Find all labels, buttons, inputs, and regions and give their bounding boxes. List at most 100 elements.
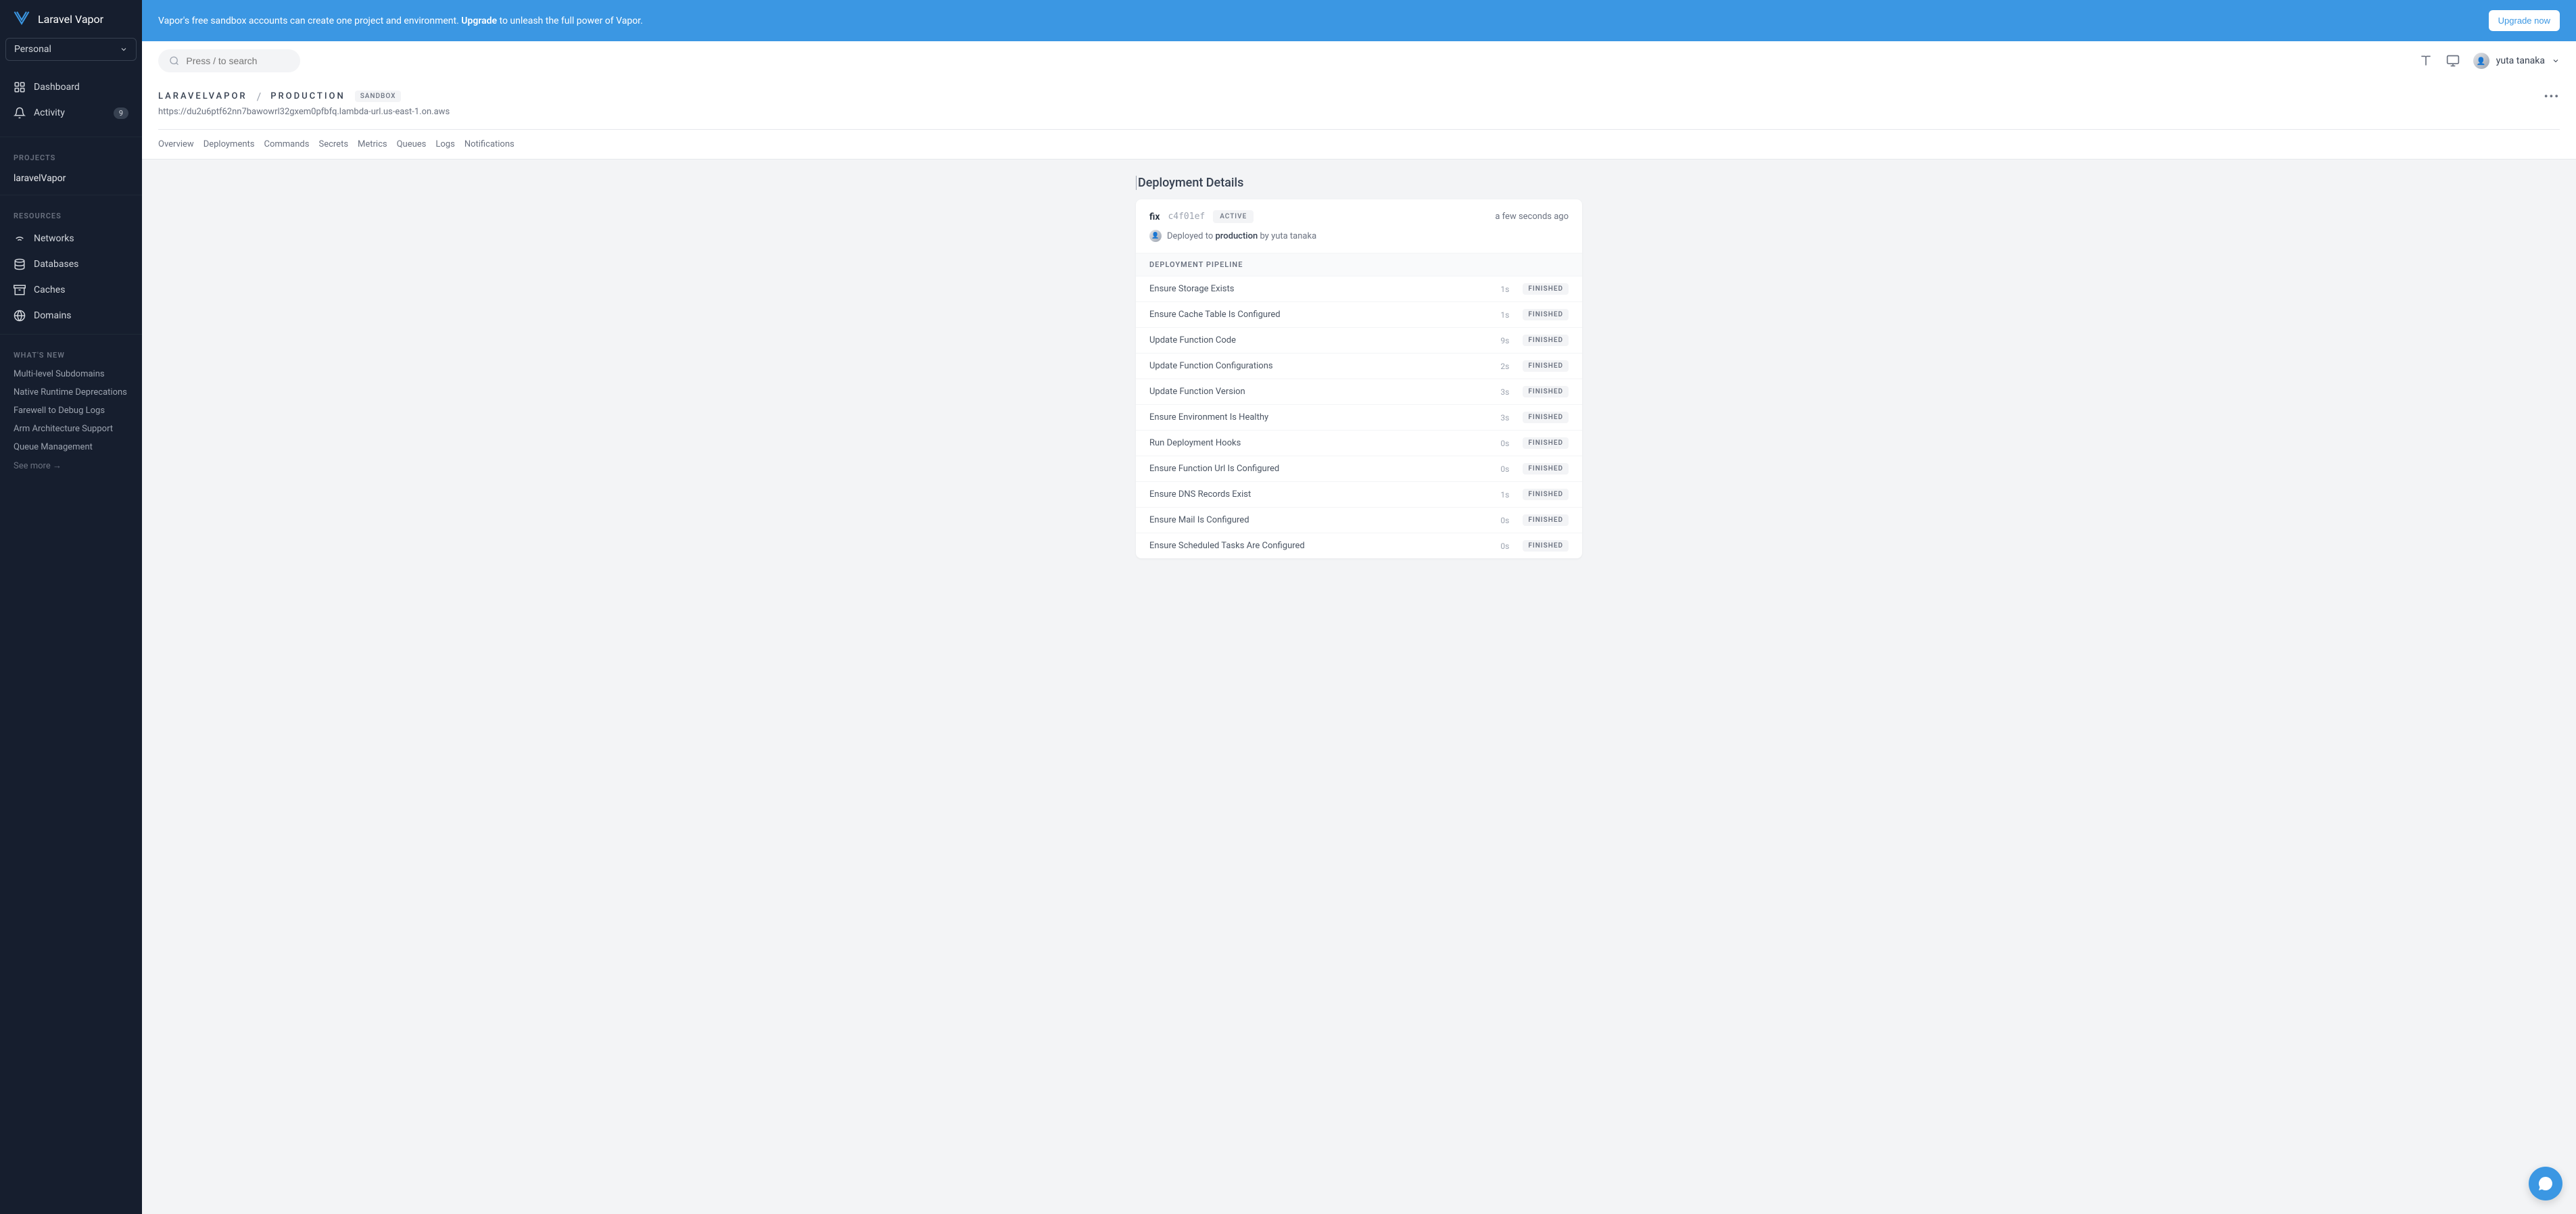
tab-commands[interactable]: Commands [264, 139, 310, 149]
step-status: FINISHED [1523, 437, 1569, 449]
pipeline-step[interactable]: Ensure Mail Is Configured0sFINISHED [1136, 508, 1582, 533]
project-item[interactable]: laravelVapor [0, 168, 142, 189]
user-name: yuta tanaka [2496, 55, 2545, 66]
step-status: FINISHED [1523, 489, 1569, 500]
nav-activity[interactable]: Activity 9 [0, 100, 142, 126]
user-menu[interactable]: 👤 yuta tanaka [2473, 53, 2560, 69]
search-input[interactable] [186, 55, 289, 66]
crumb-env[interactable]: PRODUCTION [270, 91, 345, 101]
pipeline-step[interactable]: Ensure Cache Table Is Configured1sFINISH… [1136, 302, 1582, 328]
step-status: FINISHED [1523, 335, 1569, 346]
globe-icon [14, 310, 26, 322]
news-item[interactable]: Multi-level Subdomains [0, 365, 142, 383]
pipeline-step[interactable]: Ensure DNS Records Exist 1s FINISHED [1136, 482, 1582, 508]
step-time: 0s [1500, 439, 1509, 448]
chevron-down-icon [2552, 57, 2560, 65]
pipeline-step[interactable]: Update Function Configurations2sFINISHED [1136, 354, 1582, 379]
step-status: FINISHED [1523, 309, 1569, 320]
pipeline-step[interactable]: Update Function Code 9s FINISHED [1136, 328, 1582, 354]
tab-queues[interactable]: Queues [397, 139, 427, 149]
see-more-link[interactable]: See more → [0, 456, 142, 475]
nav-domains-label: Domains [34, 310, 71, 321]
team-selector[interactable]: Personal [5, 38, 137, 61]
env-url[interactable]: https://du2u6ptf62nn7bawowrl32gxem0pfbfq… [158, 107, 2560, 117]
step-time: 3s [1500, 387, 1509, 397]
nav-caches[interactable]: Caches [0, 277, 142, 303]
step-name: Update Function Code [1149, 335, 1236, 345]
topbar: 👤 yuta tanaka [142, 41, 2576, 80]
deployed-by: yuta tanaka [1271, 231, 1316, 241]
brand-name: Laravel Vapor [38, 13, 103, 26]
step-time: 2s [1500, 362, 1509, 371]
step-name: Ensure Mail Is Configured [1149, 515, 1249, 525]
nav-databases[interactable]: Databases [0, 251, 142, 277]
step-name: Ensure Scheduled Tasks Are Configured [1149, 541, 1305, 551]
nav-activity-label: Activity [34, 107, 65, 118]
step-name: Ensure Storage Exists [1149, 284, 1234, 294]
step-time: 0s [1500, 516, 1509, 525]
tab-notifications[interactable]: Notifications [464, 139, 515, 149]
upgrade-button[interactable]: Upgrade now [2489, 10, 2560, 31]
sidebar: Laravel Vapor Personal Dashboard Activit… [0, 0, 142, 1214]
nav-networks[interactable]: Networks [0, 226, 142, 251]
chevron-down-icon [120, 45, 128, 53]
step-time: 9s [1500, 336, 1509, 345]
step-status: FINISHED [1523, 412, 1569, 423]
step-status: FINISHED [1523, 386, 1569, 397]
banner-text-b: Upgrade [461, 16, 497, 26]
monitor-icon[interactable] [2446, 54, 2460, 68]
pipeline-label: DEPLOYMENT PIPELINE [1136, 253, 1582, 276]
brand[interactable]: Laravel Vapor [0, 0, 142, 38]
details-title: Deployment Details [1136, 176, 1582, 190]
env-badge: SANDBOX [355, 91, 402, 102]
step-time: 1s [1500, 310, 1509, 320]
news-item[interactable]: Queue Management [0, 438, 142, 456]
step-time: 0s [1500, 464, 1509, 474]
docs-icon[interactable] [2419, 54, 2433, 68]
vapor-logo-icon [12, 9, 31, 28]
tab-overview[interactable]: Overview [158, 139, 194, 149]
commit-hash[interactable]: c4f01ef [1168, 212, 1205, 222]
search-box[interactable] [158, 49, 300, 72]
projects-label: PROJECTS [0, 143, 142, 168]
tab-metrics[interactable]: Metrics [358, 139, 387, 149]
deployer-avatar: 👤 [1149, 230, 1162, 242]
resources-label: RESOURCES [0, 201, 142, 226]
pipeline-step[interactable]: Ensure Function Url Is Configured0sFINIS… [1136, 456, 1582, 482]
pipeline-step[interactable]: Ensure Storage Exists1sFINISHED [1136, 276, 1582, 302]
tab-logs[interactable]: Logs [435, 139, 454, 149]
news-item[interactable]: Farewell to Debug Logs [0, 402, 142, 420]
nav-networks-label: Networks [34, 233, 74, 244]
crumb-project[interactable]: LARAVELVAPOR [158, 91, 247, 101]
pipeline-step[interactable]: Ensure Environment Is Healthy3sFINISHED [1136, 405, 1582, 431]
tab-secrets[interactable]: Secrets [318, 139, 348, 149]
chat-icon [2537, 1175, 2554, 1192]
pipeline-step[interactable]: Run Deployment Hooks0sFINISHED [1136, 431, 1582, 456]
more-button[interactable]: ••• [2544, 90, 2560, 103]
step-status: FINISHED [1523, 463, 1569, 475]
news-item[interactable]: Native Runtime Deprecations [0, 383, 142, 402]
step-time: 0s [1500, 541, 1509, 551]
banner-text-a: Vapor's free sandbox accounts can create… [158, 16, 461, 26]
pipeline-step[interactable]: Update Function Version3sFINISHED [1136, 379, 1582, 405]
deployed-to-prefix: Deployed to [1167, 231, 1216, 241]
pipeline-step[interactable]: Ensure Scheduled Tasks Are Configured0sF… [1136, 533, 1582, 558]
nav-domains[interactable]: Domains [0, 303, 142, 329]
crumb-separator: / [257, 90, 262, 103]
step-time: 1s [1500, 490, 1509, 500]
commit-message: fix [1149, 212, 1160, 222]
archive-icon [14, 284, 26, 296]
deployment-time: a few seconds ago [1495, 212, 1569, 222]
news-item[interactable]: Arm Architecture Support [0, 420, 142, 438]
help-button[interactable] [2529, 1167, 2562, 1200]
tab-deployments[interactable]: Deployments [204, 139, 255, 149]
nav-databases-label: Databases [34, 259, 78, 270]
step-name: Ensure DNS Records Exist [1149, 489, 1251, 500]
nav-dashboard[interactable]: Dashboard [0, 74, 142, 100]
breadcrumb: LARAVELVAPOR / PRODUCTION SANDBOX ••• [158, 90, 2560, 103]
step-time: 1s [1500, 285, 1509, 294]
activity-badge: 9 [114, 107, 128, 119]
deployed-by-prefix: by [1258, 231, 1271, 241]
team-name: Personal [14, 44, 51, 55]
deployment-card: fix c4f01ef ACTIVE a few seconds ago 👤 D… [1136, 199, 1582, 558]
